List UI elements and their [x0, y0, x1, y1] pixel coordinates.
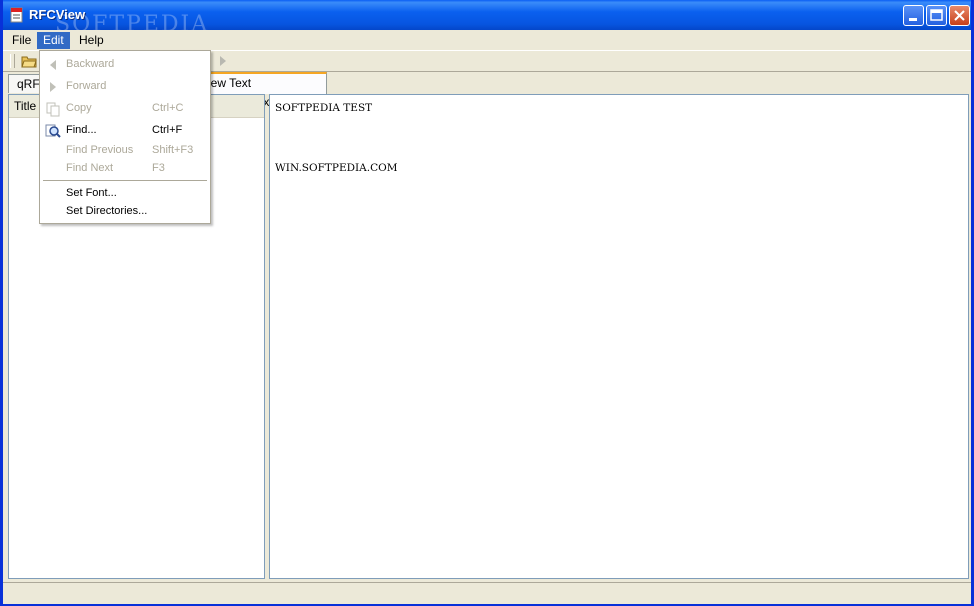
title-bar[interactable]: RFCView SOFTPEDIA: [3, 0, 971, 37]
menu-item-shortcut: F3: [152, 162, 165, 174]
tab-new-text-document[interactable]: New Text Document.txt: [193, 72, 327, 109]
menu-item-shortcut: Ctrl+F: [152, 124, 183, 136]
menu-item-set-directories[interactable]: Set Directories...: [40, 202, 210, 222]
menu-item-label: Set Font...: [66, 187, 117, 199]
forward-toolbar-icon[interactable]: [215, 53, 231, 69]
minimize-button[interactable]: [903, 5, 924, 26]
forward-icon: [50, 82, 56, 92]
menu-item-set-font[interactable]: Set Font...: [40, 184, 210, 204]
maximize-button[interactable]: [926, 5, 947, 26]
open-folder-icon[interactable]: [21, 53, 37, 69]
menu-item-shortcut: Ctrl+C: [152, 102, 184, 114]
menu-item-label: Find Next: [66, 162, 114, 174]
menu-item-find-previous[interactable]: Find Previous Shift+F3: [40, 141, 210, 161]
close-icon: [954, 10, 965, 21]
menu-item-copy[interactable]: Copy Ctrl+C: [40, 99, 210, 119]
tab-qrf-label: qRF: [17, 77, 40, 91]
menu-item-label: Set Directories...: [66, 205, 148, 217]
menu-item-label: Find...: [66, 124, 97, 136]
document-line: SOFTPEDIA TEST: [275, 102, 373, 114]
menu-item-find-next[interactable]: Find Next F3: [40, 159, 210, 179]
minimize-icon: [909, 18, 917, 21]
title-column-label: Title: [14, 99, 37, 113]
backward-icon: [50, 60, 56, 70]
menu-help[interactable]: Help: [73, 32, 110, 49]
menu-edit[interactable]: Edit: [37, 32, 70, 49]
menu-separator: [43, 180, 207, 181]
close-button[interactable]: [949, 5, 970, 26]
menu-item-find[interactable]: Find... Ctrl+F: [40, 121, 210, 141]
find-icon: [45, 124, 61, 138]
menu-file[interactable]: File: [6, 32, 37, 49]
app-icon: [10, 7, 23, 23]
menu-item-forward[interactable]: Forward: [40, 77, 210, 97]
status-bar: [3, 582, 971, 604]
menu-item-label: Forward: [66, 80, 107, 92]
menu-bar: File Edit Help: [3, 30, 971, 50]
toolbar-grip[interactable]: [10, 54, 15, 68]
document-line: WIN.SOFTPEDIA.COM: [275, 162, 398, 174]
menu-item-shortcut: Shift+F3: [152, 144, 194, 156]
menu-item-backward[interactable]: Backward: [40, 55, 210, 75]
app-window: RFCView SOFTPEDIA File Edit Help qRF New…: [0, 0, 974, 606]
maximize-icon: [930, 9, 943, 21]
document-view[interactable]: SOFTPEDIA TEST WIN.SOFTPEDIA.COM: [269, 94, 969, 579]
menu-item-label: Backward: [66, 58, 115, 70]
copy-icon: [46, 102, 60, 117]
menu-item-label: Find Previous: [66, 144, 134, 156]
edit-menu-dropdown: Backward Forward Copy Ctrl+C Find... Ctr…: [39, 50, 211, 224]
menu-item-label: Copy: [66, 102, 92, 114]
